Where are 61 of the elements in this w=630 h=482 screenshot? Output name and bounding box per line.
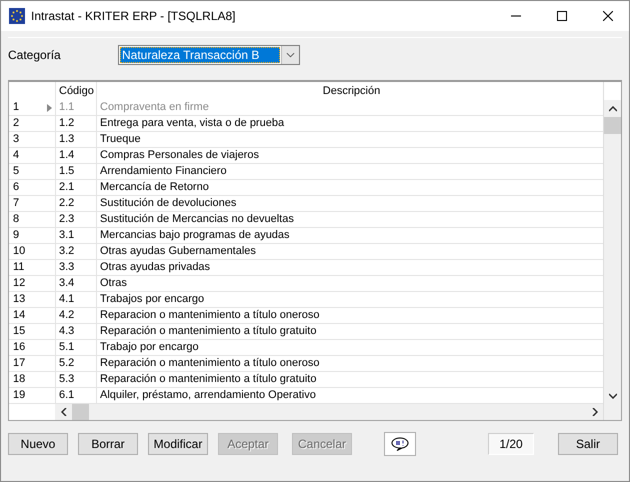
close-icon[interactable] [603,11,613,21]
category-label: Categoría [8,48,62,62]
action-button[interactable]: Nuevo [8,433,68,455]
row-number: 12 [12,276,26,291]
row-number: 11 [12,260,26,275]
window-title: Intrastat - KRITER ERP - [TSQLRLA8] [31,9,237,23]
table-cell: 2.1 [55,180,96,195]
maximize-icon[interactable] [557,11,567,21]
row-number: 3 [12,132,20,147]
row-number: 5 [12,164,20,179]
table-cell: 4.3 [55,324,96,339]
table-cell: 5.3 [55,372,96,387]
action-button[interactable]: Modificar [148,433,208,455]
table-cell: 4.1 [55,292,96,307]
action-button[interactable]: Borrar [78,433,138,455]
table-cell: 3.3 [55,260,96,275]
scrollbar-thumb[interactable] [604,117,621,134]
table-cell: 3.1 [55,228,96,243]
scroll-right-icon[interactable] [592,408,598,416]
row-number: 8 [12,212,20,227]
exit-button[interactable]: Salir [558,433,618,455]
row-number: 2 [12,116,20,131]
row-number: 15 [12,324,26,339]
row-number: 18 [12,372,26,387]
table-cell: 2.2 [55,196,96,211]
row-number: 6 [12,180,20,195]
table-cell: 6.1 [55,388,96,403]
table-cell: 3.4 [55,276,96,291]
row-number: 1 [12,100,20,115]
row-number: 9 [12,228,20,243]
chevron-down-icon[interactable] [286,52,295,58]
row-number: 14 [12,308,26,323]
row-number: 4 [12,148,20,163]
table-cell: 3.2 [55,244,96,259]
row-number: 19 [12,388,26,403]
table-cell: 1.5 [55,164,96,179]
row-number: 10 [12,244,26,259]
table-cell: 1.1 [55,100,96,115]
row-number: 17 [12,356,26,371]
table-cell: 1.4 [55,148,96,163]
table-cell: 4.2 [55,308,96,323]
row-number: 16 [12,340,26,355]
row-number: 13 [12,292,26,307]
row-number: 7 [12,196,20,211]
table-cell: 2.3 [55,212,96,227]
category-dropdown[interactable]: Naturaleza Transacción B [118,45,300,65]
speech-bubble-icon [391,437,409,451]
table-cell: 1.2 [55,116,96,131]
table-cell: 1.3 [55,132,96,147]
scrollbar-thumb[interactable] [72,404,89,420]
column-header[interactable]: Código [55,82,96,100]
table-cell: 5.1 [55,340,96,355]
record-counter: 1/20 [488,433,534,455]
scroll-up-icon[interactable] [608,106,616,112]
comment-button[interactable] [384,432,416,456]
scroll-down-icon[interactable] [608,392,616,398]
app-icon [9,8,25,24]
horizontal-scrollbar[interactable] [55,404,603,420]
table-cell: 5.2 [55,356,96,371]
scroll-left-icon[interactable] [60,408,66,416]
vertical-scrollbar[interactable] [603,82,621,420]
